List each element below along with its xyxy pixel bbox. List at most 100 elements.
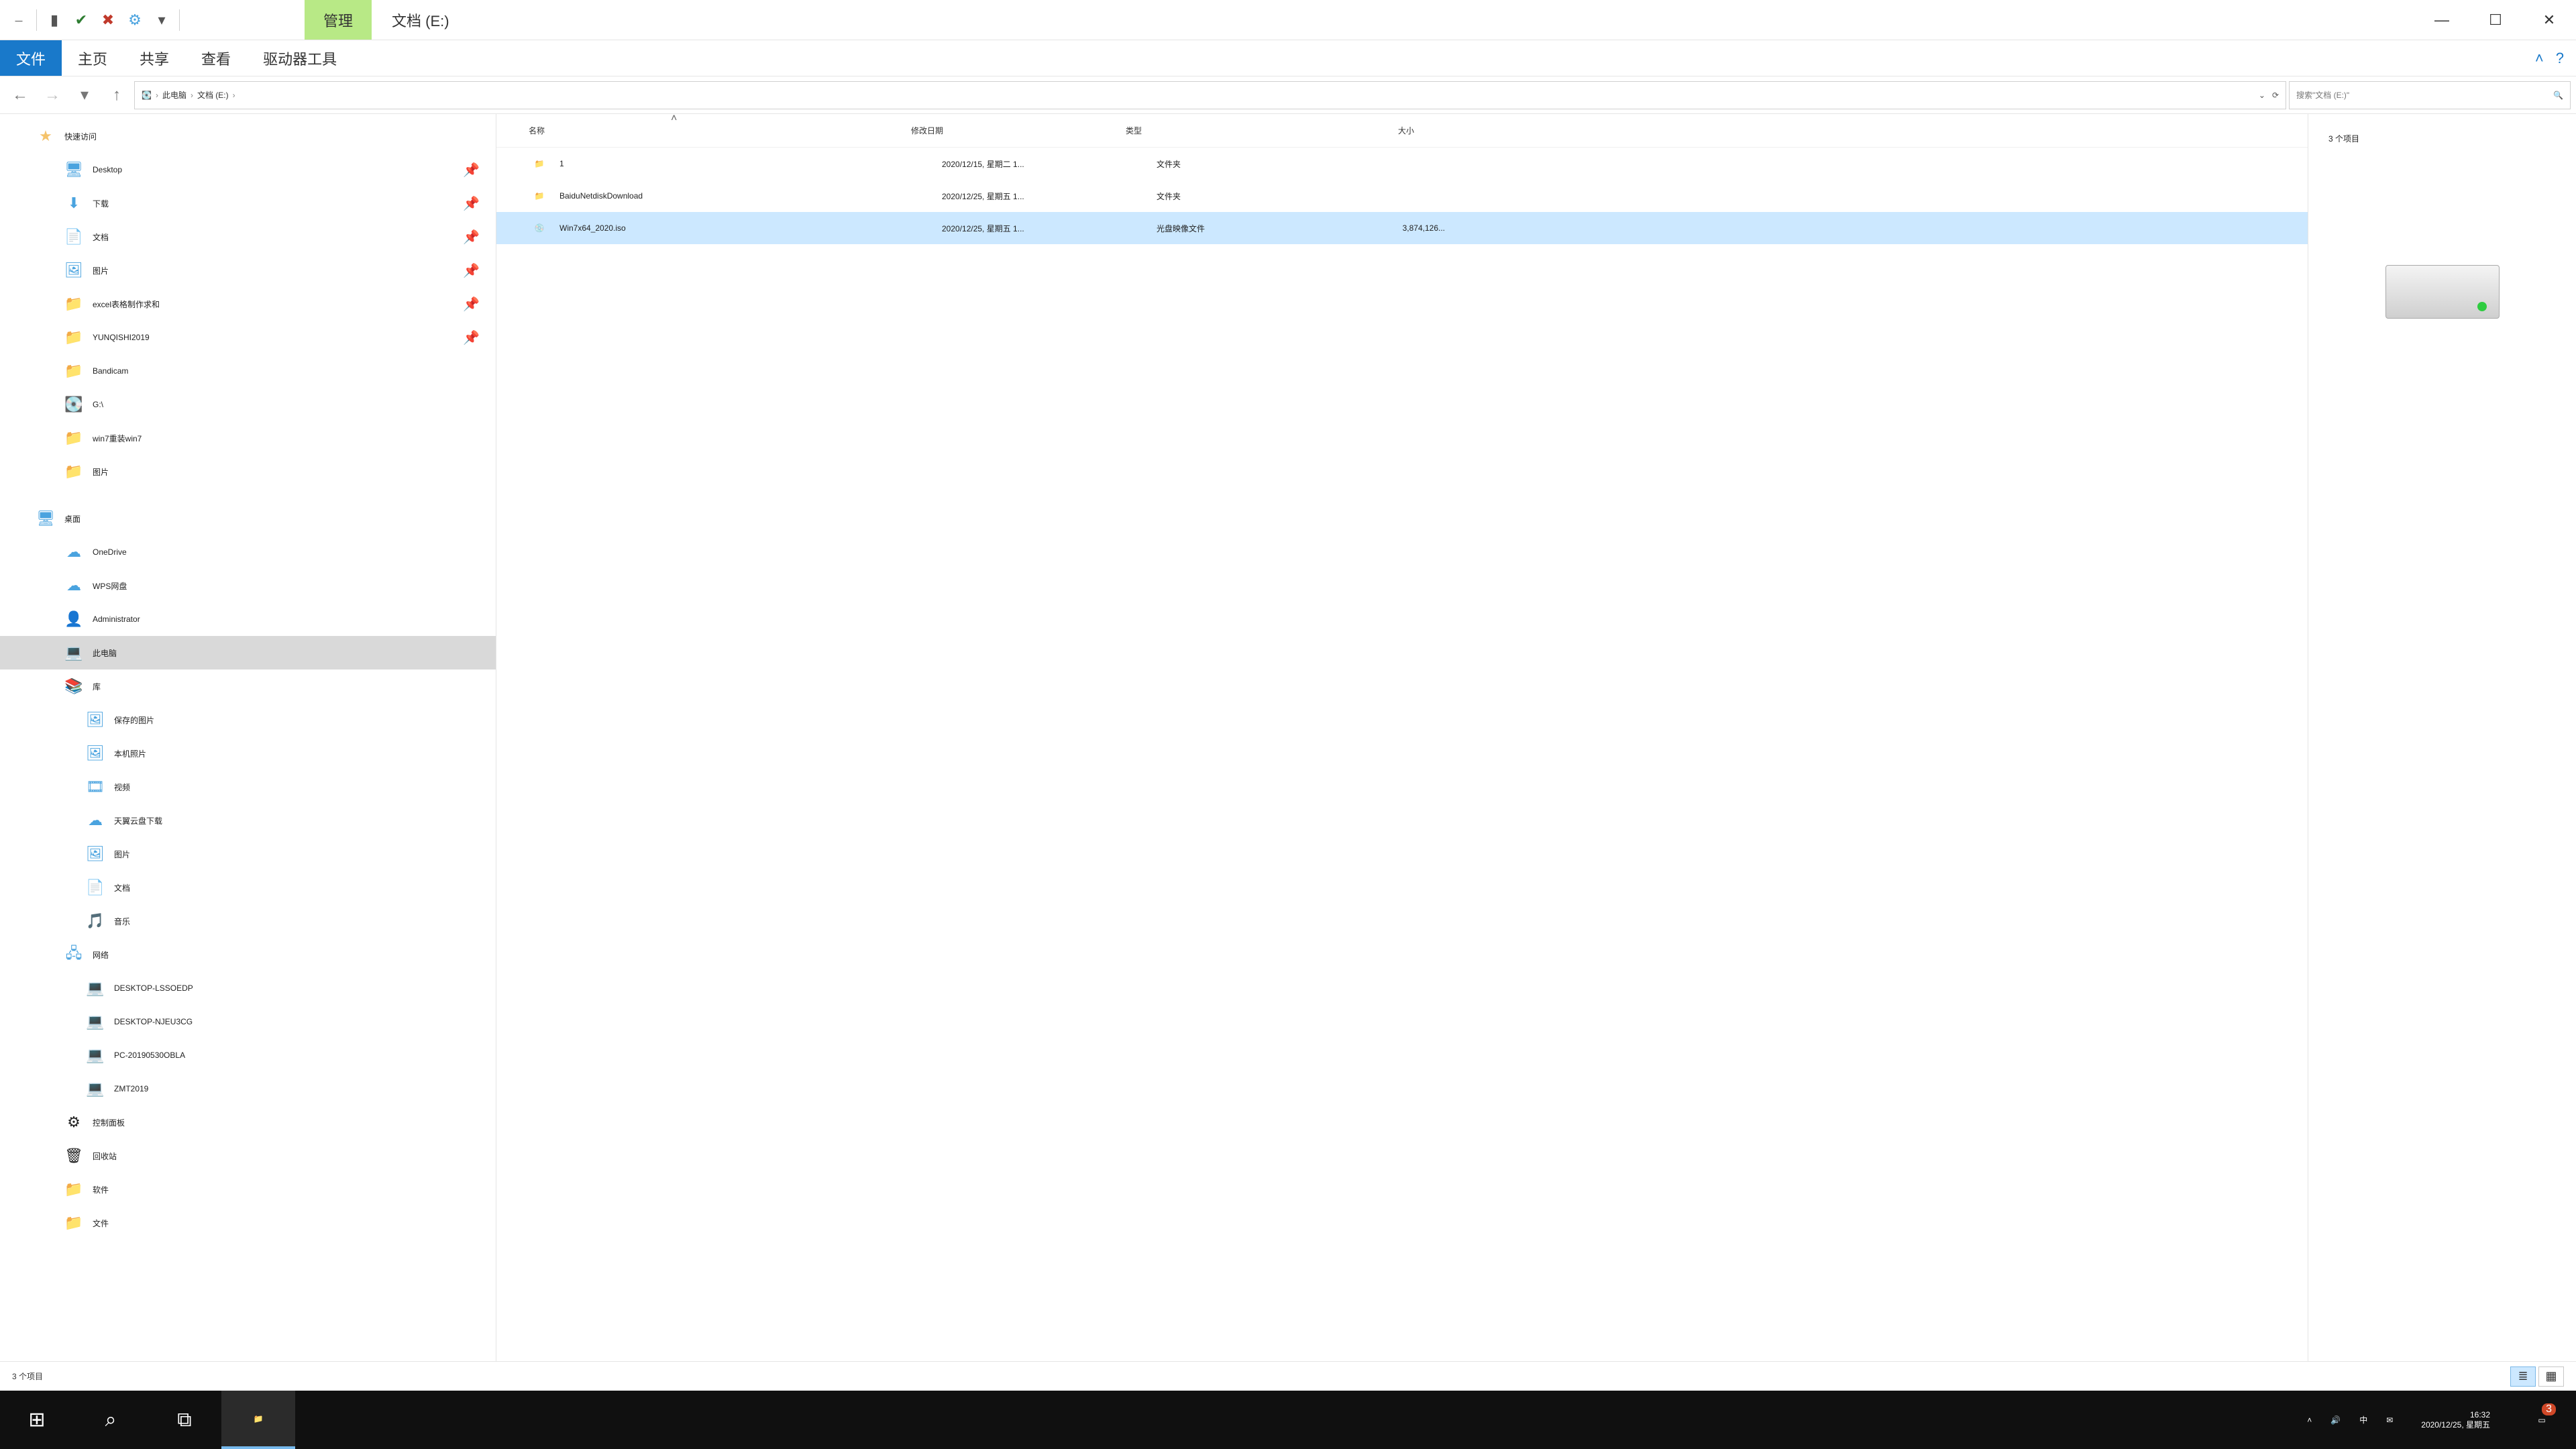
- file-area: ˄ 名称 修改日期 类型 大小 📁12020/12/15, 星期二 1...文件…: [496, 114, 2576, 1361]
- chevron-right-icon[interactable]: ›: [191, 91, 193, 100]
- close-button[interactable]: ✕: [2522, 0, 2576, 40]
- file-row[interactable]: 💿Win7x64_2020.iso2020/12/25, 星期五 1...光盘映…: [496, 212, 2308, 244]
- tree-item[interactable]: 📁文件: [0, 1206, 496, 1240]
- nav-up-button[interactable]: ↑: [102, 80, 131, 110]
- ribbon-context-tab[interactable]: 管理: [305, 0, 372, 40]
- search-input[interactable]: 搜索"文档 (E:)" 🔍: [2289, 81, 2571, 109]
- qat-gear-icon[interactable]: ⚙: [121, 7, 148, 34]
- tree-item[interactable]: 📁软件: [0, 1173, 496, 1206]
- tree-item[interactable]: 🖼图片: [0, 837, 496, 871]
- tree-item[interactable]: 📚库: [0, 669, 496, 703]
- tree-item[interactable]: ⚙控制面板: [0, 1106, 496, 1139]
- tree-network[interactable]: 🖧 网络: [0, 938, 496, 971]
- column-header-type[interactable]: 类型: [1126, 125, 1307, 136]
- chevron-right-icon[interactable]: ›: [156, 91, 158, 100]
- minimize-button[interactable]: —: [2415, 0, 2469, 40]
- tray-overflow-icon[interactable]: ˄: [2307, 1415, 2312, 1425]
- tree-item[interactable]: 📄文档: [0, 871, 496, 904]
- view-details-button[interactable]: ≣: [2510, 1366, 2536, 1387]
- qat-icon-1[interactable]: ⎯: [5, 7, 32, 34]
- maximize-button[interactable]: ☐: [2469, 0, 2522, 40]
- nav-back-button[interactable]: ←: [5, 80, 35, 110]
- tree-item[interactable]: 💻DESKTOP-LSSOEDP: [0, 971, 496, 1005]
- taskbar-explorer-button[interactable]: 📁: [221, 1391, 295, 1449]
- tray-ime-indicator[interactable]: 中: [2359, 1414, 2367, 1426]
- tree-item-label: Desktop: [93, 165, 122, 174]
- file-date: 2020/12/25, 星期五 1...: [942, 223, 1157, 234]
- folder-icon[interactable]: ▮: [41, 7, 68, 34]
- view-thumbnails-button[interactable]: ▦: [2538, 1366, 2564, 1387]
- file-type-icon: 📁: [529, 153, 550, 174]
- tree-item[interactable]: 💻PC-20190530OBLA: [0, 1038, 496, 1072]
- tree-item[interactable]: 🖼保存的图片: [0, 703, 496, 737]
- ribbon-collapse-icon[interactable]: ˄: [2535, 50, 2544, 67]
- column-header-date[interactable]: 修改日期: [911, 125, 1126, 136]
- tree-item[interactable]: 📁Bandicam: [0, 354, 496, 388]
- tree-item[interactable]: 🖼图片📌: [0, 254, 496, 287]
- ribbon-tab-drive-tools[interactable]: 驱动器工具: [247, 40, 353, 76]
- file-name: BaiduNetdiskDownload: [559, 191, 942, 201]
- action-center-button[interactable]: ▭ 3: [2518, 1415, 2565, 1425]
- start-button[interactable]: ⊞: [0, 1391, 74, 1449]
- pin-icon: 📌: [463, 296, 480, 313]
- tree-quick-access[interactable]: ★ 快速访问: [0, 119, 496, 153]
- taskbar-clock[interactable]: 16:32 2020/12/25, 星期五: [2412, 1410, 2500, 1430]
- tree-item-icon: 🖼: [85, 709, 106, 731]
- tree-item[interactable]: ☁OneDrive: [0, 535, 496, 569]
- column-header-size[interactable]: 大小: [1307, 125, 1414, 136]
- qat-close-icon[interactable]: ✖: [95, 7, 121, 34]
- file-row[interactable]: 📁12020/12/15, 星期二 1...文件夹: [496, 148, 2308, 180]
- breadcrumb-segment[interactable]: 文档 (E:): [197, 89, 229, 101]
- notification-icon: ▭: [2538, 1415, 2545, 1425]
- column-header-name[interactable]: 名称: [529, 125, 911, 136]
- nav-forward-button[interactable]: →: [38, 80, 67, 110]
- file-row[interactable]: 📁BaiduNetdiskDownload2020/12/25, 星期五 1..…: [496, 180, 2308, 212]
- tree-item[interactable]: 👤Administrator: [0, 602, 496, 636]
- taskbar-search-button[interactable]: ⌕: [74, 1391, 148, 1449]
- tree-item[interactable]: ☁天翼云盘下载: [0, 804, 496, 837]
- search-icon[interactable]: 🔍: [2553, 91, 2563, 100]
- nav-recent-dropdown[interactable]: ▾: [70, 80, 99, 110]
- tree-item[interactable]: 🖥Desktop📌: [0, 153, 496, 186]
- chevron-right-icon[interactable]: ›: [233, 91, 235, 100]
- tray-volume-icon[interactable]: 🔊: [2330, 1415, 2341, 1425]
- breadcrumb-segment[interactable]: 此电脑: [162, 89, 186, 101]
- navigation-pane[interactable]: ★ 快速访问 🖥Desktop📌⬇下载📌📄文档📌🖼图片📌📁excel表格制作求和…: [0, 114, 496, 1361]
- tree-item[interactable]: 🗑回收站: [0, 1139, 496, 1173]
- task-view-button[interactable]: ⧉: [148, 1391, 221, 1449]
- tree-item[interactable]: 📁win7重装win7: [0, 421, 496, 455]
- clock-date: 2020/12/25, 星期五: [2421, 1420, 2490, 1430]
- file-rows[interactable]: 📁12020/12/15, 星期二 1...文件夹📁BaiduNetdiskDo…: [496, 148, 2308, 1361]
- ribbon-tab-share[interactable]: 共享: [123, 40, 185, 76]
- tree-item[interactable]: 💽G:\: [0, 388, 496, 421]
- tree-item[interactable]: 🎵音乐: [0, 904, 496, 938]
- refresh-icon[interactable]: ⟳: [2272, 91, 2279, 100]
- file-type: 文件夹: [1157, 158, 1338, 170]
- breadcrumb[interactable]: 💽 › 此电脑 › 文档 (E:) › ⌄ ⟳: [134, 81, 2286, 109]
- tree-item-icon: 📁: [63, 1212, 85, 1234]
- tree-item-label: 图片: [93, 265, 109, 276]
- tree-item[interactable]: 📁YUNQISHI2019📌: [0, 321, 496, 354]
- tree-item[interactable]: 💻ZMT2019: [0, 1072, 496, 1106]
- qat-dropdown-icon[interactable]: ▾: [148, 7, 175, 34]
- qat-check-icon[interactable]: ✔: [68, 7, 95, 34]
- tree-item[interactable]: ⬇下载📌: [0, 186, 496, 220]
- tree-item[interactable]: 💻DESKTOP-NJEU3CG: [0, 1005, 496, 1038]
- tree-item[interactable]: 📁图片: [0, 455, 496, 488]
- ribbon-tab-home[interactable]: 主页: [62, 40, 123, 76]
- tree-item[interactable]: 🎞视频: [0, 770, 496, 804]
- ribbon-tab-file[interactable]: 文件: [0, 40, 62, 76]
- tree-item[interactable]: 🖼本机照片: [0, 737, 496, 770]
- tree-item-icon: 🖼: [63, 260, 85, 281]
- tree-item[interactable]: ☁WPS网盘: [0, 569, 496, 602]
- ribbon-tabs: 文件 主页 共享 查看 驱动器工具 ˄ ?: [0, 40, 2576, 76]
- tree-item[interactable]: 📁excel表格制作求和📌: [0, 287, 496, 321]
- tree-item[interactable]: 💻此电脑: [0, 636, 496, 669]
- breadcrumb-dropdown-icon[interactable]: ⌄: [2259, 91, 2265, 100]
- help-icon[interactable]: ?: [2556, 50, 2564, 67]
- tree-label: 网络: [93, 949, 109, 961]
- ribbon-tab-view[interactable]: 查看: [185, 40, 247, 76]
- tree-item[interactable]: 📄文档📌: [0, 220, 496, 254]
- tray-app-icon[interactable]: ✉: [2386, 1415, 2393, 1425]
- tree-desktop[interactable]: 🖥 桌面: [0, 502, 496, 535]
